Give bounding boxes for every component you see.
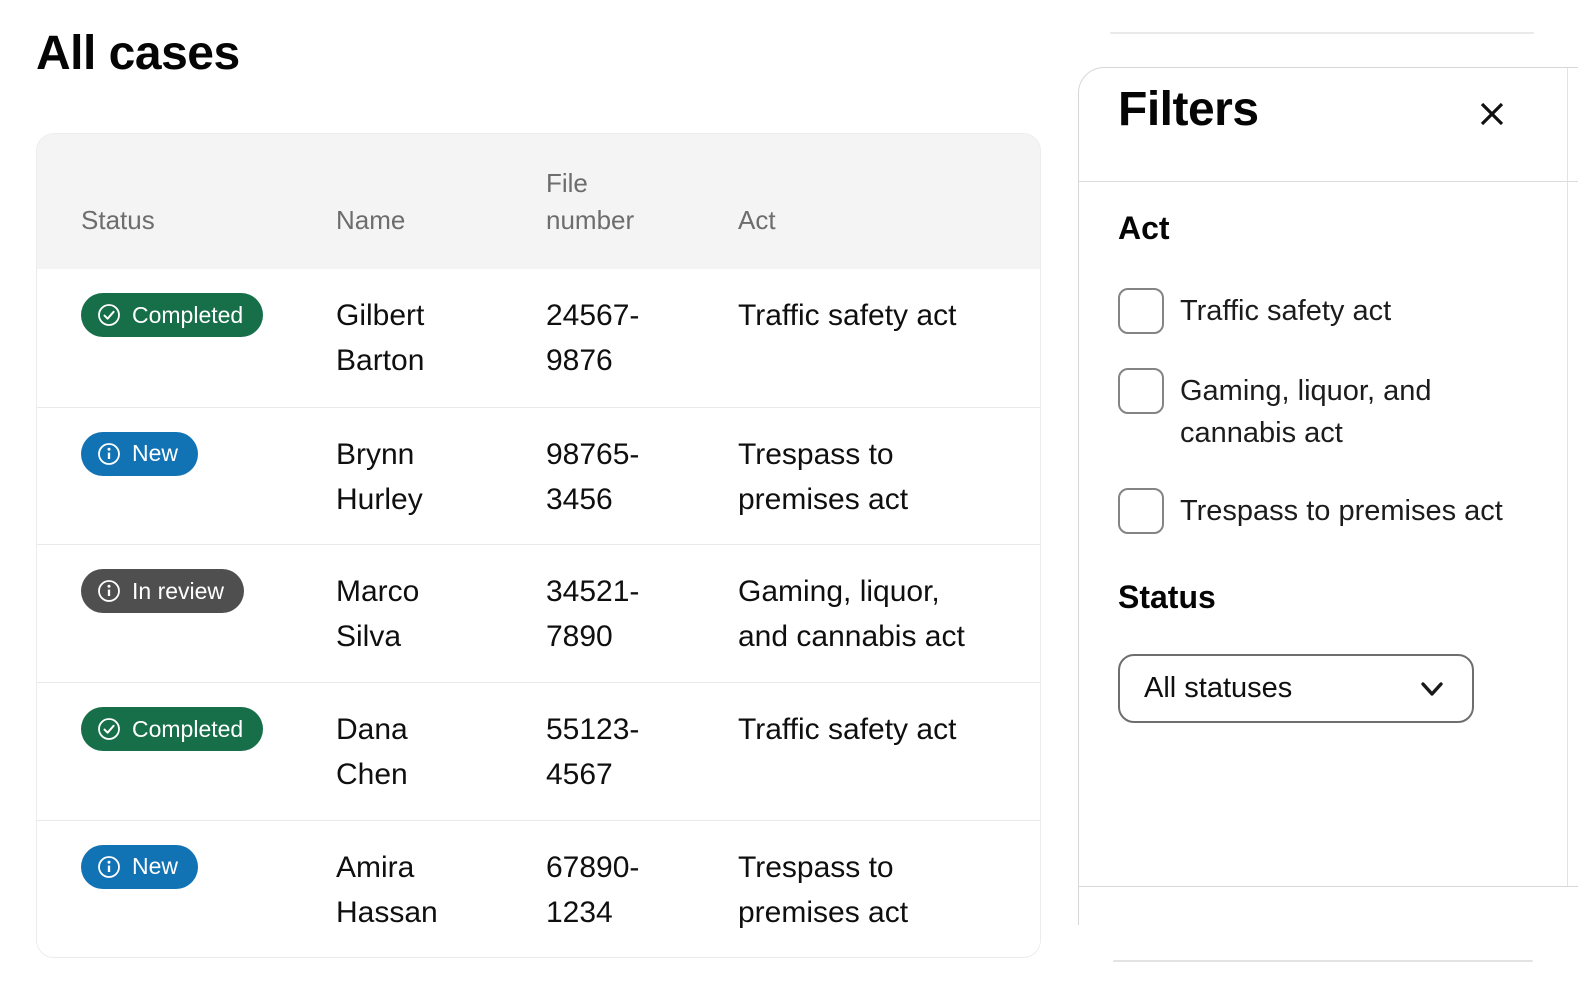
- act-checkbox[interactable]: [1118, 288, 1164, 334]
- close-button[interactable]: [1470, 92, 1514, 136]
- column-header-file-number: File number: [546, 165, 664, 239]
- drawer-bottom-divider: [1079, 886, 1578, 887]
- table-body: Completed Gilbert Barton 24567-9876 Traf…: [37, 269, 1040, 957]
- table-row: In review Marco Silva 34521-7890 Gaming,…: [37, 544, 1040, 682]
- info-circle-icon: [96, 578, 122, 604]
- column-header-name: Name: [336, 202, 506, 239]
- page-title: All cases: [36, 26, 240, 81]
- info-circle-icon: [96, 441, 122, 467]
- status-cell: New: [81, 845, 296, 938]
- case-act: Trespass to premises act: [738, 845, 980, 938]
- case-act: Gaming, liquor, and cannabis act: [738, 569, 980, 662]
- cases-table: Status Name File number Act Completed Gi…: [36, 133, 1041, 958]
- drawer-scroll-track: [1567, 68, 1568, 886]
- act-section-heading: Act: [1118, 210, 1170, 247]
- status-badge: Completed: [81, 293, 263, 337]
- close-icon: [1478, 100, 1506, 128]
- background-card-bottom-edge: [1113, 960, 1533, 962]
- case-file-number: 98765-3456: [546, 432, 686, 525]
- act-filter-option[interactable]: Traffic safety act: [1118, 288, 1538, 334]
- filters-drawer: Filters Act Traffic safety act Gaming, l…: [1078, 67, 1578, 925]
- status-select-value: All statuses: [1144, 672, 1292, 705]
- case-name: Gilbert Barton: [336, 293, 461, 387]
- table-row: Completed Gilbert Barton 24567-9876 Traf…: [37, 269, 1040, 407]
- info-circle-icon: [96, 854, 122, 880]
- act-checkbox-label: Trespass to premises act: [1180, 488, 1503, 532]
- status-badge-label: In review: [132, 569, 224, 614]
- column-header-act: Act: [738, 202, 996, 239]
- case-file-number: 24567-9876: [546, 293, 686, 387]
- act-options: Traffic safety act Gaming, liquor, and c…: [1118, 288, 1538, 568]
- status-badge-label: Completed: [132, 293, 243, 338]
- status-cell: In review: [81, 569, 296, 662]
- status-badge-label: New: [132, 844, 178, 889]
- filters-title: Filters: [1118, 82, 1259, 137]
- check-circle-icon: [96, 716, 122, 742]
- case-file-number: 55123-4567: [546, 707, 686, 800]
- case-act: Traffic safety act: [738, 707, 980, 800]
- table-row: New Amira Hassan 67890-1234 Trespass to …: [37, 820, 1040, 958]
- drawer-header-divider: [1079, 181, 1578, 182]
- status-badge: Completed: [81, 707, 263, 751]
- check-circle-icon: [96, 302, 122, 328]
- table-row: New Brynn Hurley 98765-3456 Trespass to …: [37, 407, 1040, 545]
- case-name: Dana Chen: [336, 707, 461, 800]
- table-header: Status Name File number Act: [37, 134, 1040, 269]
- status-cell: New: [81, 432, 296, 525]
- act-filter-option[interactable]: Gaming, liquor, and cannabis act: [1118, 368, 1538, 454]
- status-select[interactable]: All statuses: [1118, 654, 1474, 723]
- case-act: Trespass to premises act: [738, 432, 980, 525]
- status-badge: In review: [81, 569, 244, 613]
- case-file-number: 34521-7890: [546, 569, 686, 662]
- table-row: Completed Dana Chen 55123-4567 Traffic s…: [37, 682, 1040, 820]
- column-header-status: Status: [81, 202, 296, 239]
- status-badge: New: [81, 845, 198, 889]
- chevron-down-icon: [1414, 671, 1450, 707]
- act-checkbox-label: Gaming, liquor, and cannabis act: [1180, 368, 1520, 454]
- background-card-top-edge: [1110, 32, 1534, 34]
- case-file-number: 67890-1234: [546, 845, 686, 938]
- act-checkbox[interactable]: [1118, 488, 1164, 534]
- case-act: Traffic safety act: [738, 293, 980, 387]
- status-cell: Completed: [81, 707, 296, 800]
- status-section-heading: Status: [1118, 579, 1216, 616]
- status-cell: Completed: [81, 293, 296, 387]
- act-checkbox[interactable]: [1118, 368, 1164, 414]
- act-filter-option[interactable]: Trespass to premises act: [1118, 488, 1538, 534]
- case-name: Brynn Hurley: [336, 432, 461, 525]
- status-badge: New: [81, 432, 198, 476]
- status-badge-label: New: [132, 431, 178, 476]
- status-badge-label: Completed: [132, 707, 243, 752]
- page: All cases Status Name File number Act Co…: [0, 0, 1578, 983]
- case-name: Marco Silva: [336, 569, 461, 662]
- act-checkbox-label: Traffic safety act: [1180, 288, 1391, 332]
- case-name: Amira Hassan: [336, 845, 461, 938]
